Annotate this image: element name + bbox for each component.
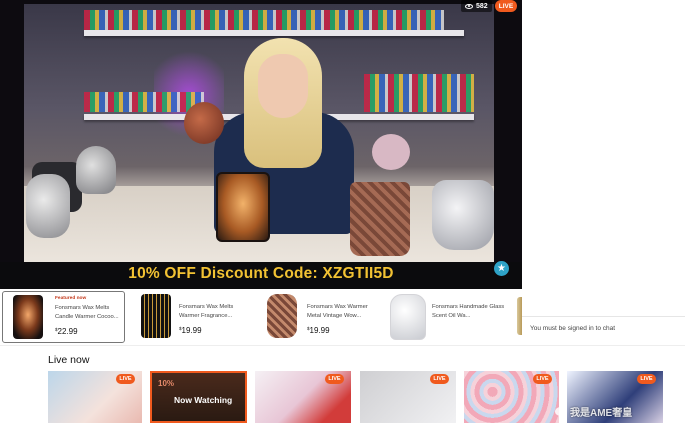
product-card[interactable]: Fonsmars Handmade Glass Scent Oil Wa... [384, 291, 516, 341]
viewer-count-badge: 582 [461, 0, 492, 12]
held-wax-warmer [184, 102, 224, 144]
host [174, 34, 374, 234]
wax-warmer [76, 146, 116, 194]
live-stream-tile[interactable]: LIVE [360, 371, 456, 423]
product-title: Fonsmars Wax Warmer Metal Vintage Wow... [307, 304, 368, 319]
featured-label [432, 295, 506, 301]
star-icon[interactable]: ★ [494, 261, 509, 276]
wax-warmer [216, 172, 270, 242]
product-price: $22.99 [55, 327, 78, 336]
watermark: 我是AME奢皇 [555, 404, 632, 419]
live-badge: LIVE [116, 374, 135, 384]
product-thumbnail [390, 294, 426, 340]
featured-label: Featured now [55, 296, 87, 301]
product-card[interactable]: Featured now Fonsmars Wax Melts Candle W… [2, 291, 125, 343]
shelf-toys [84, 10, 444, 30]
product-card[interactable]: Fonsmars Wax Warmer Metal Vintage Wow...… [257, 291, 385, 341]
product-title: Fonsmars Wax Melts Candle Warmer Cocoo..… [55, 305, 119, 320]
product-thumbnail [267, 294, 297, 338]
wax-warmer [432, 180, 494, 250]
section-divider [0, 345, 685, 346]
live-badge: LIVE [495, 0, 517, 12]
live-badge: LIVE [533, 374, 552, 384]
live-stream-tile[interactable]: LIVE [464, 371, 559, 423]
live-stream-tile[interactable]: LIVE [255, 371, 351, 423]
shelf-toys [364, 74, 474, 112]
next-product-peek[interactable] [517, 297, 522, 335]
chat-divider [522, 316, 685, 317]
eye-icon [465, 3, 473, 9]
product-title: Fonsmars Handmade Glass Scent Oil Wa... [432, 304, 505, 319]
product-card[interactable]: Fonsmars Wax Melts Warmer Fragrance... $… [129, 291, 257, 341]
tile-promo-text: 10% [158, 379, 175, 388]
product-price: $19.99 [307, 326, 330, 335]
product-thumbnail [13, 295, 43, 339]
live-stream-tile[interactable]: LIVE [48, 371, 142, 423]
teddy-bear [372, 134, 410, 170]
watermark-text: 我是AME奢皇 [570, 408, 633, 419]
live-badge: LIVE [430, 374, 449, 384]
viewer-count: 582 [476, 2, 488, 10]
video-player[interactable]: 10% OFF Discount Code: XZGTII5D 582 LIVE… [0, 0, 522, 289]
wechat-icon [555, 407, 566, 416]
live-badge: LIVE [325, 374, 344, 384]
chat-signin-message: You must be signed in to chat [530, 325, 616, 332]
live-now-heading: Live now [48, 354, 90, 366]
live-stream-tile-current[interactable]: 10% Now Watching [150, 371, 247, 423]
product-thumbnail [141, 294, 171, 338]
wax-warmer [350, 182, 410, 256]
now-watching-label: Now Watching [174, 395, 233, 405]
featured-label [307, 295, 381, 301]
product-title: Fonsmars Wax Melts Warmer Fragrance... [179, 304, 234, 319]
live-badge: LIVE [637, 374, 656, 384]
discount-banner: 10% OFF Discount Code: XZGTII5D [128, 265, 394, 282]
video-frame [24, 4, 494, 266]
product-price: $19.99 [179, 326, 202, 335]
featured-label [179, 295, 253, 301]
wax-warmer [26, 174, 70, 238]
chat-panel [522, 0, 685, 344]
